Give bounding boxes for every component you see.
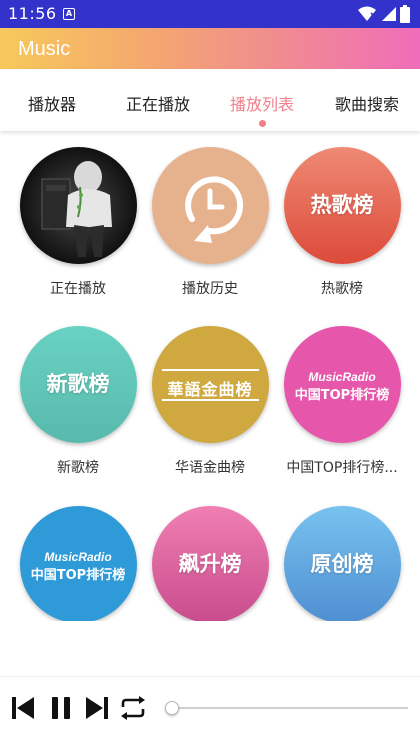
cover-brand: MusicRadio <box>44 550 112 564</box>
cover-new[interactable]: 新歌榜 <box>19 326 137 443</box>
seek-track[interactable] <box>168 707 408 709</box>
cover-text: 新歌榜 <box>46 372 110 396</box>
tab-now-playing[interactable]: 正在播放 <box>126 91 190 115</box>
playlist-label: 热歌榜 <box>321 281 363 297</box>
hooded-figure-photo <box>41 161 112 257</box>
pause-icon[interactable] <box>49 695 73 721</box>
signal-icon <box>382 7 396 21</box>
tab-playlist[interactable]: 播放列表 <box>230 91 294 115</box>
cover-text: 热歌榜 <box>310 193 374 217</box>
playlist-item-new[interactable]: 新歌榜 新歌榜 <box>12 326 144 477</box>
app-bar: Music <box>0 28 420 69</box>
tab-bar: 播放器 正在播放 播放列表 歌曲搜索 <box>0 69 420 131</box>
cover-china-top[interactable]: MusicRadio 中国TOP排行榜 <box>283 326 401 443</box>
cover-text: 中国TOP排行榜 <box>294 388 390 403</box>
cover-original[interactable]: 原创榜 <box>283 506 401 621</box>
playlist-item-musicradio[interactable]: MusicRadio 中国TOP排行榜 <box>12 506 144 621</box>
playlist-item-history[interactable]: 播放历史 <box>144 147 276 298</box>
notification-icon: A <box>63 8 75 20</box>
playlist-label: 中国TOP排行榜... <box>286 460 398 476</box>
playlist-item-rising[interactable]: 飙升榜 <box>144 506 276 621</box>
player-bar <box>0 676 420 746</box>
tab-indicator-dot <box>259 120 266 127</box>
cover-banner: 華語金曲榜 <box>161 369 259 401</box>
playlist-item-china-top[interactable]: MusicRadio 中国TOP排行榜 中国TOP排行榜... <box>276 326 408 477</box>
cover-musicradio[interactable]: MusicRadio 中国TOP排行榜 <box>19 506 137 621</box>
cover-history[interactable] <box>151 147 269 264</box>
app-title: Music <box>18 38 71 60</box>
skip-previous-icon[interactable] <box>10 695 36 721</box>
cover-rising[interactable]: 飙升榜 <box>151 506 269 621</box>
cover-hot[interactable]: 热歌榜 <box>283 147 401 264</box>
cover-text: 原创榜 <box>310 552 374 576</box>
cover-chinese-hits[interactable]: 華語金曲榜 <box>151 326 269 443</box>
history-clock-icon <box>184 176 243 243</box>
status-time: 11:56 <box>8 4 57 23</box>
playlist-label: 播放历史 <box>182 281 238 297</box>
status-bar: 11:56 A <box>0 0 420 28</box>
cover-now-playing[interactable] <box>19 147 137 264</box>
seek-thumb[interactable] <box>165 701 179 715</box>
repeat-icon[interactable] <box>118 695 148 721</box>
playlist-grid: 正在播放 播放历史 热歌榜 热歌榜 新歌榜 新歌榜 華語金曲榜 华语金曲榜 Mu… <box>0 131 420 621</box>
playlist-label: 正在播放 <box>50 281 106 297</box>
tab-song-search[interactable]: 歌曲搜索 <box>335 91 399 115</box>
playlist-item-now-playing[interactable]: 正在播放 <box>12 147 144 298</box>
playlist-label: 新歌榜 <box>57 460 99 476</box>
wifi-icon <box>358 6 376 21</box>
cover-text: 華語金曲榜 <box>167 380 253 399</box>
tab-player[interactable]: 播放器 <box>28 91 76 115</box>
playlist-item-chinese-hits[interactable]: 華語金曲榜 华语金曲榜 <box>144 326 276 477</box>
skip-next-icon[interactable] <box>84 695 110 721</box>
playlist-item-original[interactable]: 原创榜 <box>276 506 408 621</box>
cover-brand: MusicRadio <box>308 370 376 384</box>
playlist-label: 华语金曲榜 <box>175 460 245 476</box>
cover-text: 飙升榜 <box>178 552 242 576</box>
playlist-item-hot[interactable]: 热歌榜 热歌榜 <box>276 147 408 298</box>
battery-icon <box>400 5 410 23</box>
cover-text: 中国TOP排行榜 <box>30 568 126 583</box>
